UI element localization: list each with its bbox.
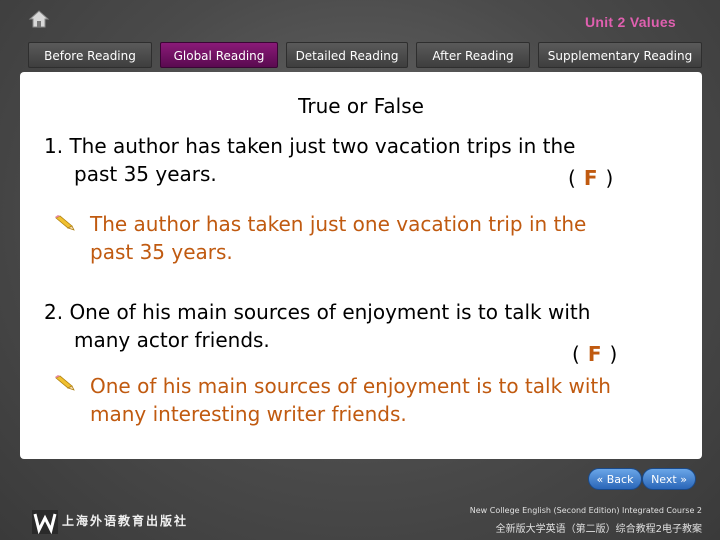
back-label: Back [606,473,634,486]
next-label: Next [651,473,677,486]
question-2-line-2: many actor friends. [74,328,270,352]
book-title-cn: 全新版大学英语（第二版）综合教程2电子教案 [495,524,702,535]
pencil-icon [54,374,76,392]
answer-close-paren: ) [609,342,618,366]
question-2-line-1: 2. One of his main sources of enjoyment … [44,300,591,324]
home-icon[interactable] [28,9,50,29]
tab-global-reading[interactable]: Global Reading [160,42,278,68]
answer-2-letter: F [587,342,602,366]
answer-open-paren: ( [568,166,576,190]
answer-1: ( F) [568,166,613,190]
next-arrow-icon: » [680,473,687,486]
unit-title: Unit 2 Values [584,14,676,30]
correction-2-line-2: many interesting writer friends. [90,402,407,426]
correction-1-line-1: The author has taken just one vacation t… [90,212,587,236]
content-panel: True or False 1. The author has taken ju… [20,72,702,459]
pencil-icon [54,214,76,232]
question-1-line-1: 1. The author has taken just two vacatio… [44,134,576,158]
book-title-en: New College English (Second Edition) Int… [469,506,702,515]
tab-detailed-reading[interactable]: Detailed Reading [286,42,408,68]
answer-open-paren: ( [572,342,580,366]
answer-close-paren: ) [605,166,614,190]
publisher-name: 上海外语教育出版社 [62,514,189,528]
tab-before-reading[interactable]: Before Reading [28,42,152,68]
back-button[interactable]: « Back [588,468,642,490]
page-title: True or False [298,94,424,118]
section-nav: Before Reading Global Reading Detailed R… [0,42,720,68]
answer-1-letter: F [583,166,598,190]
footer: « Back Next » 上海外语教育出版社 New College Engl… [0,462,720,540]
top-bar: Unit 2 Values [0,0,720,38]
slide: Unit 2 Values Before Reading Global Read… [0,0,720,540]
correction-1-line-2: past 35 years. [90,240,233,264]
tab-supplementary-reading[interactable]: Supplementary Reading [538,42,702,68]
back-arrow-icon: « [596,473,604,486]
correction-2-line-1: One of his main sources of enjoyment is … [90,374,611,398]
next-button[interactable]: Next » [642,468,696,490]
answer-2: ( F) [572,342,617,366]
logo-w-icon [32,510,58,535]
tab-after-reading[interactable]: After Reading [416,42,530,68]
question-1-line-2: past 35 years. [74,162,217,186]
